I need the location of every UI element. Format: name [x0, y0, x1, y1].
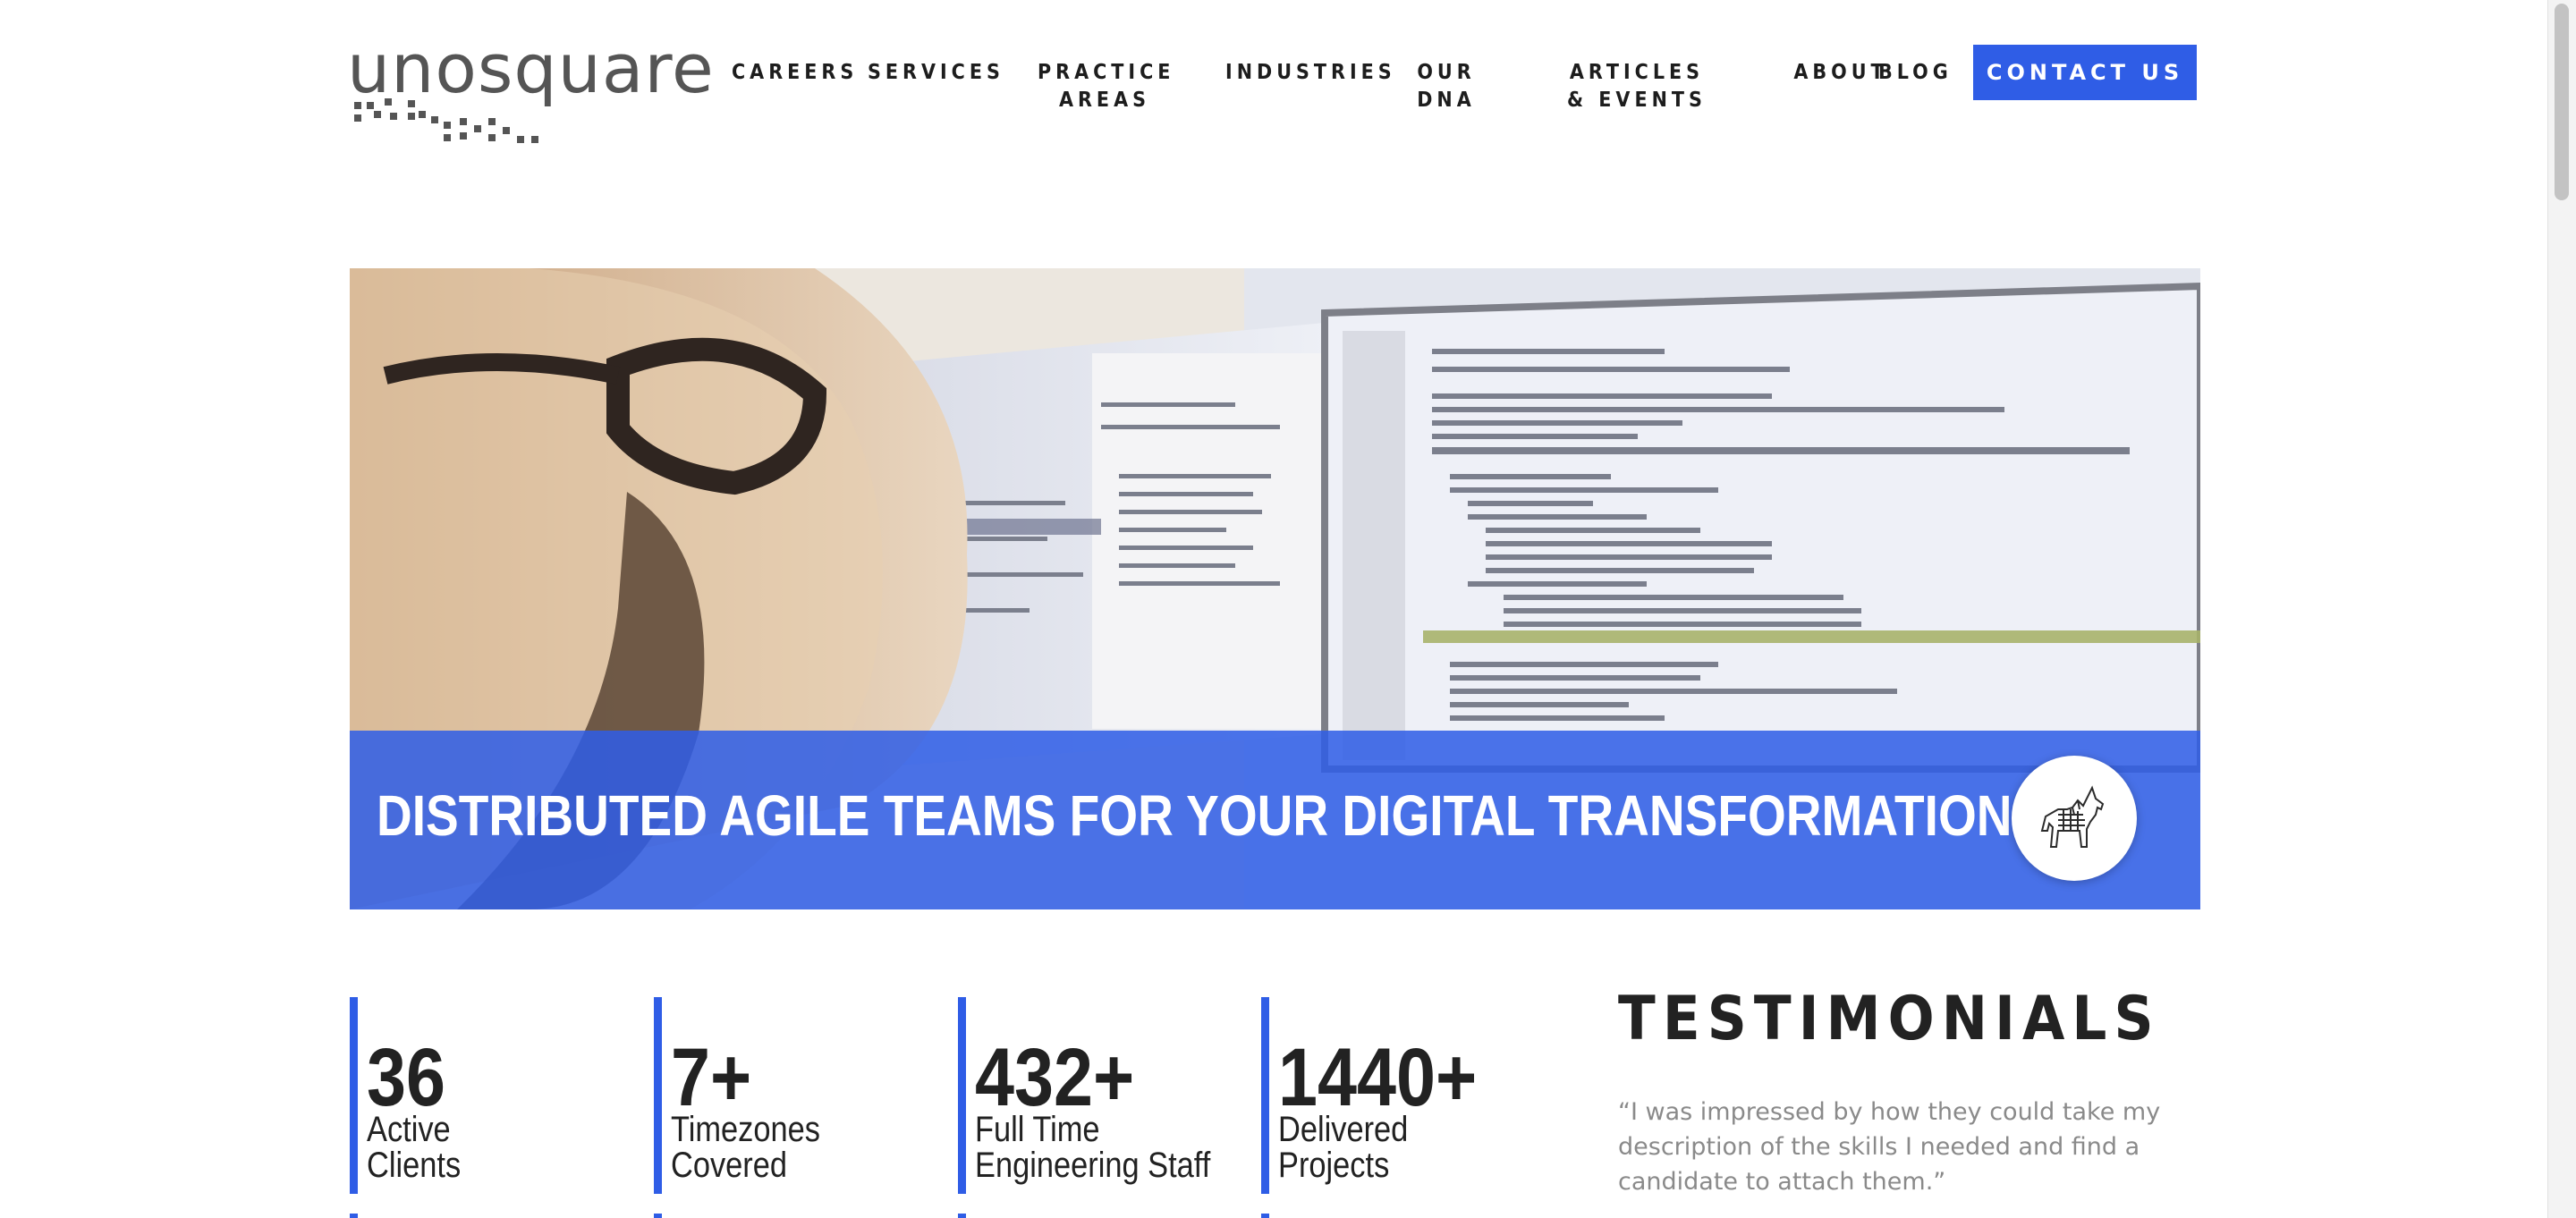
- stat-label: Full Time: [975, 1110, 1100, 1149]
- hero-banner: DISTRIBUTED AGILE TEAMS FOR YOUR DIGITAL…: [350, 268, 2200, 909]
- stat-value-delivered-projects: 1440+: [1278, 1032, 1478, 1123]
- nav-blog[interactable]: BLOG: [1878, 59, 1950, 87]
- page-scrollbar-thumb[interactable]: [2555, 4, 2569, 200]
- nav-careers[interactable]: CAREERS: [732, 59, 853, 87]
- logo[interactable]: unosquare: [347, 29, 715, 109]
- contact-us-button[interactable]: CONTACT US: [1973, 45, 2197, 100]
- stat-accent-bar: [1261, 1214, 1269, 1218]
- stat-accent-bar: [350, 1214, 358, 1218]
- stat-value-engineering-staff: 432+: [975, 1032, 1135, 1123]
- testimonials-heading: TESTIMONIALS: [1618, 984, 2161, 1054]
- nav-our-dna[interactable]: OUR DNA: [1415, 59, 1478, 114]
- stat-accent-bar: [654, 997, 662, 1194]
- stat-label: Delivered: [1278, 1110, 1409, 1149]
- stat-accent-bar: [1261, 997, 1269, 1194]
- stat-value-timezones: 7+: [671, 1032, 752, 1123]
- nav-practice-areas[interactable]: PRACTICE AREAS: [1038, 59, 1172, 114]
- logo-dots-mark: [354, 98, 538, 143]
- unicorn-icon: [2040, 785, 2105, 848]
- stat-accent-bar: [654, 1214, 662, 1218]
- stat-label: Engineering Staff: [975, 1146, 1211, 1185]
- stat-value-active-clients: 36: [367, 1032, 446, 1123]
- testimonial-quote: “I was impressed by how they could take …: [1618, 1098, 2161, 1196]
- stat-label: Timezones: [671, 1110, 820, 1149]
- stat-accent-bar: [958, 1214, 966, 1218]
- hero-badge[interactable]: [2012, 756, 2137, 881]
- stat-label: Projects: [1278, 1146, 1390, 1185]
- stat-accent-bar: [350, 997, 358, 1194]
- nav-services[interactable]: SERVICES: [868, 59, 1000, 87]
- stat-label: Clients: [367, 1146, 462, 1185]
- nav-articles-events[interactable]: ARTICLES & EVENTS: [1556, 59, 1717, 114]
- stat-accent-bar: [958, 997, 966, 1194]
- hero-title: DISTRIBUTED AGILE TEAMS FOR YOUR DIGITAL…: [377, 783, 2012, 848]
- nav-industries[interactable]: INDUSTRIES: [1225, 59, 1392, 87]
- stat-label: Covered: [671, 1146, 788, 1185]
- stat-label: Active: [367, 1110, 451, 1149]
